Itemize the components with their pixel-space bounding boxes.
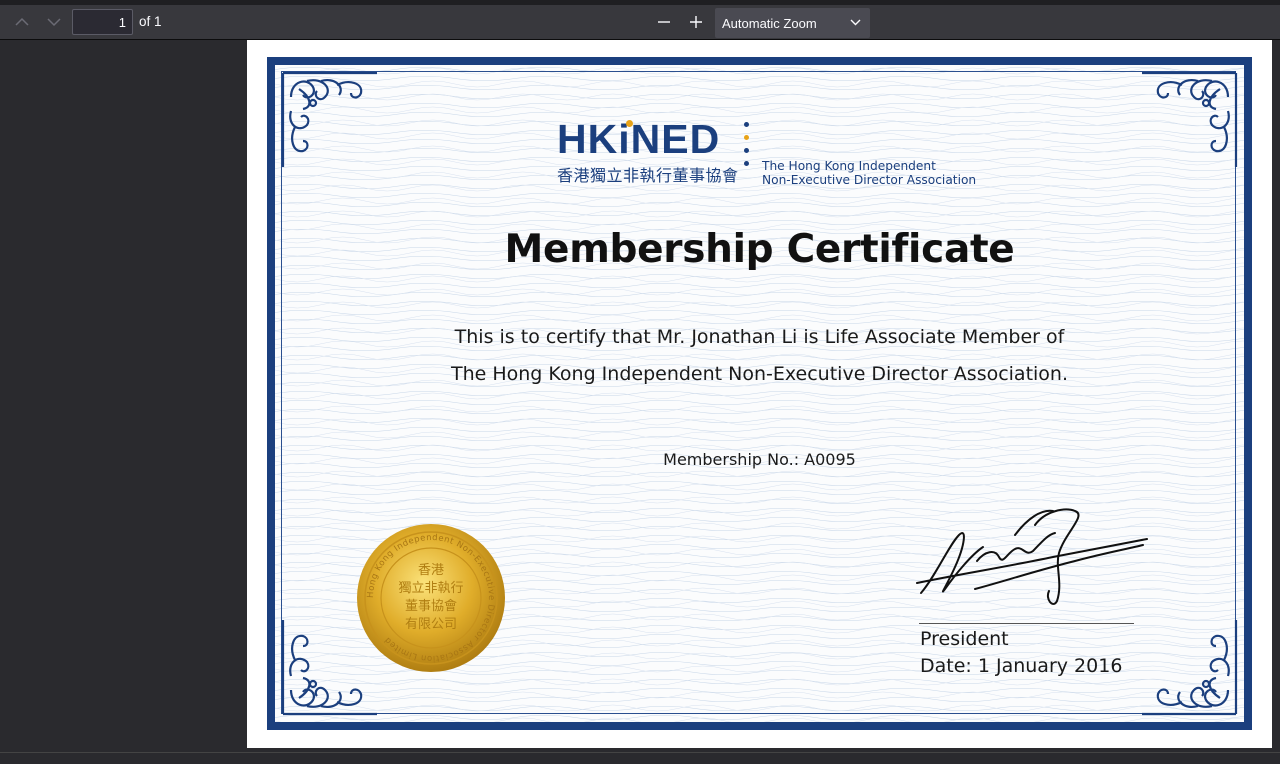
hkined-logo: HKiNED 香港獨立非執行董事協會 The Hong Kong Indepen… [557, 117, 987, 187]
viewer-bottom-edge [0, 752, 1280, 753]
seal-text-line-2: 獨立非執行 [398, 580, 463, 596]
zoom-out-button[interactable] [650, 9, 678, 35]
gold-seal: Hong Kong Independent Non-Executive Dire… [357, 524, 505, 672]
zoom-select-label: Automatic Zoom [722, 15, 817, 31]
certificate-border: HKiNED 香港獨立非執行董事協會 The Hong Kong Indepen… [267, 57, 1252, 730]
next-page-button[interactable] [40, 9, 68, 35]
seal-text-line-4: 有限公司 [405, 617, 457, 632]
certification-line-1: This is to certify that Mr. Jonathan Li … [454, 326, 1065, 348]
plus-icon [690, 16, 702, 28]
logo-wordmark: HKiNED [557, 116, 721, 162]
chevron-down-icon [850, 19, 861, 26]
logo-orange-dot [626, 120, 633, 127]
page-number-input[interactable] [72, 9, 133, 35]
chevron-down-icon [47, 18, 61, 27]
pdf-page: HKiNED 香港獨立非執行董事協會 The Hong Kong Indepen… [247, 40, 1272, 748]
previous-page-button[interactable] [8, 9, 36, 35]
certification-line-2: The Hong Kong Independent Non-Executive … [450, 363, 1069, 385]
minus-icon [658, 21, 670, 23]
zoom-in-button[interactable] [682, 9, 710, 35]
signatory-title: President [920, 628, 1009, 650]
corner-ornament-icon [1142, 71, 1238, 167]
seal-text-line-1: 香港 [418, 563, 444, 578]
logo-english-name: The Hong Kong Independent Non-Executive … [762, 159, 977, 187]
certificate: HKiNED 香港獨立非執行董事協會 The Hong Kong Indepen… [275, 65, 1244, 722]
certificate-title: Membership Certificate [504, 227, 1015, 272]
corner-ornament-icon [281, 71, 377, 167]
membership-number: Membership No.: A0095 [663, 450, 856, 469]
logo-chinese-name: 香港獨立非執行董事協會 [557, 166, 739, 185]
certificate-date: Date: 1 January 2016 [920, 655, 1123, 677]
corner-ornament-icon [1142, 620, 1238, 716]
signature-line [919, 623, 1134, 624]
signature [916, 508, 1148, 605]
seal-text-line-3: 董事協會 [405, 599, 457, 614]
logo-dot-column [744, 122, 750, 182]
zoom-select[interactable]: Automatic Zoom [715, 8, 870, 38]
pdf-toolbar: of 1 Automatic Zoom [0, 0, 1280, 40]
chevron-up-icon [15, 17, 29, 26]
page-count: of 1 [139, 14, 162, 29]
document-viewer[interactable]: HKiNED 香港獨立非執行董事協會 The Hong Kong Indepen… [0, 40, 1280, 764]
